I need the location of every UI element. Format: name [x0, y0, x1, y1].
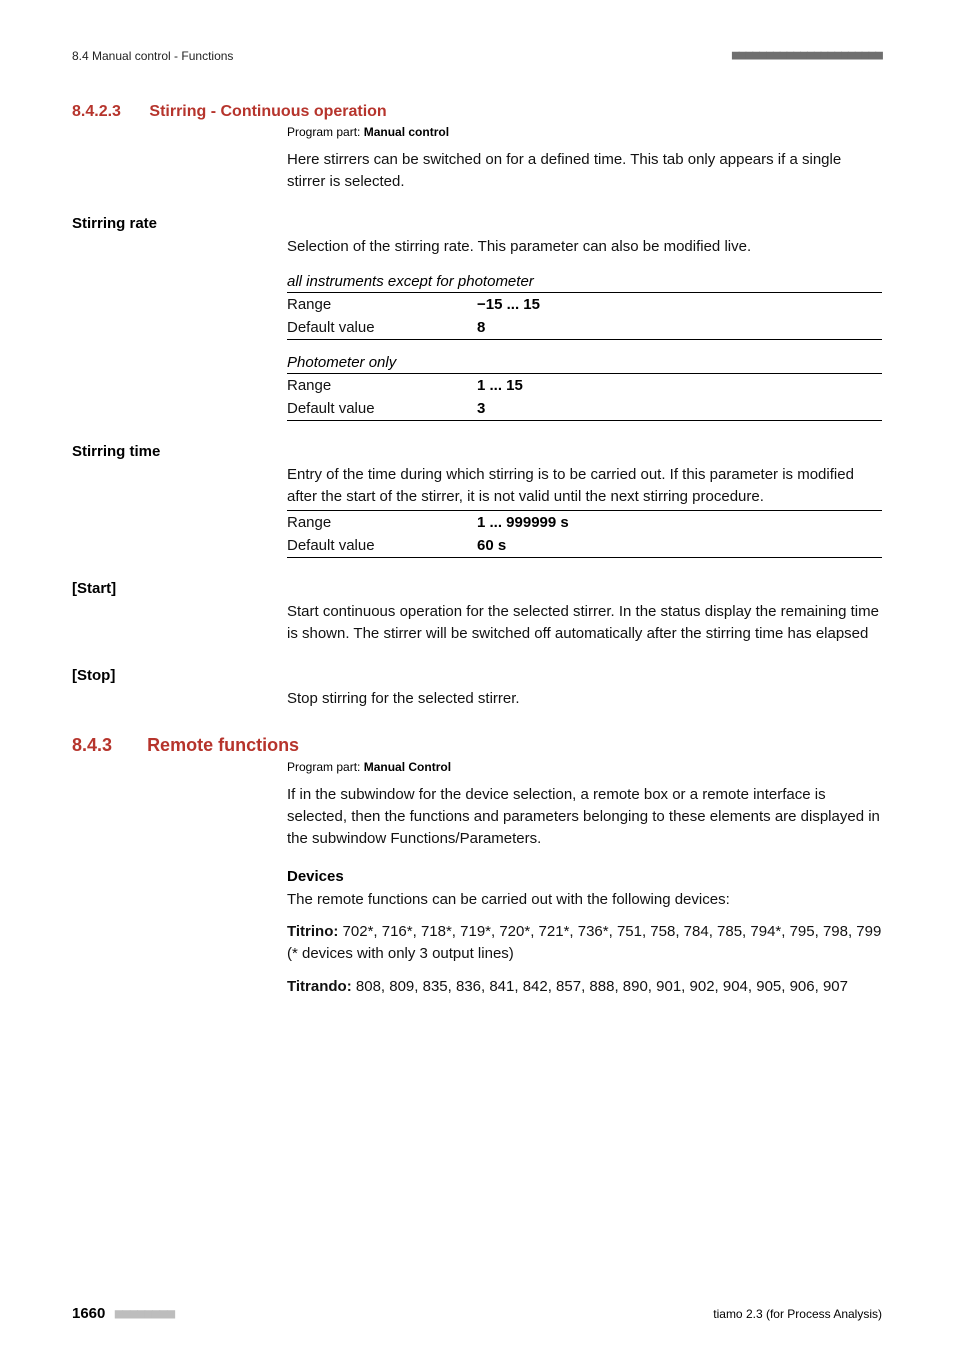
default-val: 3 [477, 397, 882, 421]
header-left: 8.4 Manual control - Functions [72, 49, 233, 63]
table-row: Range −15 ... 15 [287, 292, 882, 316]
table-row: Default value 60 s [287, 534, 882, 558]
stirring-time-body: Entry of the time during which stirring … [287, 464, 882, 558]
program-part-value: Manual Control [364, 760, 451, 774]
range-key: Range [287, 510, 477, 534]
range-val: 1 ... 999999 s [477, 510, 882, 534]
default-val: 60 s [477, 534, 882, 558]
footer-product: tiamo 2.3 (for Process Analysis) [713, 1307, 882, 1321]
block2-table: Range 1 ... 15 Default value 3 [287, 373, 882, 421]
table-row: Range 1 ... 999999 s [287, 510, 882, 534]
titrino-body: 702*, 716*, 718*, 719*, 720*, 721*, 736*… [287, 923, 881, 962]
stirring-rate-desc: Selection of the stirring rate. This par… [287, 236, 882, 258]
titrando-body: 808, 809, 835, 836, 841, 842, 857, 888, … [356, 978, 848, 995]
range-key: Range [287, 292, 477, 316]
titrino-label: Titrino: [287, 923, 343, 940]
program-part-label: Program part: [287, 760, 364, 774]
range-val: −15 ... 15 [477, 292, 882, 316]
start-body: Start continuous operation for the selec… [287, 601, 882, 645]
block2-caption: Photometer only [287, 354, 882, 371]
start-desc: Start continuous operation for the selec… [287, 601, 882, 645]
stirring-rate-body: Selection of the stirring rate. This par… [287, 236, 882, 420]
heading-number: 8.4.3 [72, 735, 112, 755]
section-8-4-2-3-body: Program part: Manual control Here stirre… [287, 125, 882, 193]
running-header: 8.4 Manual control - Functions ■■■■■■■■■… [72, 48, 882, 67]
label-start: [Start] [72, 580, 882, 597]
label-stirring-time: Stirring time [72, 443, 882, 460]
titrino-line: Titrino: 702*, 716*, 718*, 719*, 720*, 7… [287, 921, 882, 965]
heading-title: Remote functions [147, 735, 299, 755]
block1-caption: all instruments except for photometer [287, 273, 882, 290]
page-number: 1660 [72, 1305, 105, 1322]
footer-bars: ■■■■■■■■ [115, 1306, 174, 1322]
range-key: Range [287, 373, 477, 397]
default-key: Default value [287, 397, 477, 421]
table-row: Default value 8 [287, 316, 882, 340]
header-barcode: ■■■■■■■■■■■■■■■■■■■■■■ [732, 48, 882, 63]
default-key: Default value [287, 316, 477, 340]
label-stirring-rate: Stirring rate [72, 215, 882, 232]
remote-intro: If in the subwindow for the device selec… [287, 784, 882, 851]
range-val: 1 ... 15 [477, 373, 882, 397]
program-part-line: Program part: Manual Control [287, 760, 882, 774]
heading-8-4-3: 8.4.3 Remote functions [72, 735, 882, 756]
label-stop: [Stop] [72, 667, 882, 684]
footer-left: 1660 ■■■■■■■■ [72, 1305, 174, 1322]
block1-table: Range −15 ... 15 Default value 8 [287, 292, 882, 340]
heading-8-4-2-3: 8.4.2.3 Stirring - Continuous operation [72, 103, 882, 121]
stirring-time-table: Range 1 ... 999999 s Default value 60 s [287, 510, 882, 558]
program-part-line: Program part: Manual control [287, 125, 882, 139]
titrando-label: Titrando: [287, 978, 356, 995]
stop-body: Stop stirring for the selected stirrer. [287, 688, 882, 710]
program-part-label: Program part: [287, 125, 364, 139]
intro-text: Here stirrers can be switched on for a d… [287, 149, 882, 193]
program-part-value: Manual control [364, 125, 449, 139]
stirring-time-desc: Entry of the time during which stirring … [287, 464, 882, 508]
heading-title: Stirring - Continuous operation [149, 103, 386, 120]
devices-intro: The remote functions can be carried out … [287, 889, 882, 911]
devices-heading: Devices [287, 868, 882, 885]
page: 8.4 Manual control - Functions ■■■■■■■■■… [0, 0, 954, 1350]
heading-number: 8.4.2.3 [72, 103, 121, 120]
titrando-line: Titrando: 808, 809, 835, 836, 841, 842, … [287, 976, 882, 998]
page-footer: 1660 ■■■■■■■■ tiamo 2.3 (for Process Ana… [72, 1305, 882, 1322]
default-val: 8 [477, 316, 882, 340]
stop-desc: Stop stirring for the selected stirrer. [287, 688, 882, 710]
default-key: Default value [287, 534, 477, 558]
section-8-4-3-body: Program part: Manual Control If in the s… [287, 760, 882, 998]
table-row: Range 1 ... 15 [287, 373, 882, 397]
table-row: Default value 3 [287, 397, 882, 421]
